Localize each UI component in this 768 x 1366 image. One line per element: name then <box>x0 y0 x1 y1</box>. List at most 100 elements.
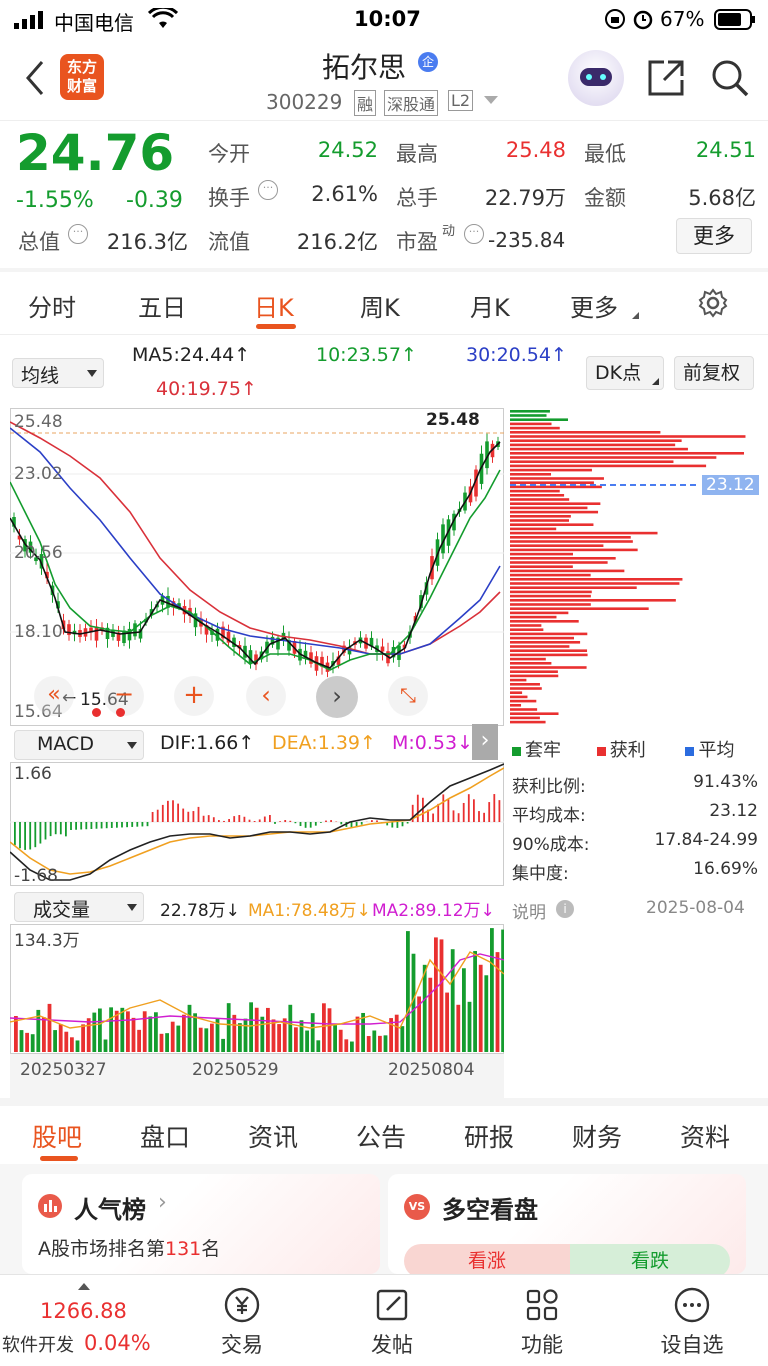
bull-button[interactable]: 看涨 <box>404 1244 570 1278</box>
more-button[interactable]: 更多 <box>676 218 752 254</box>
nav-function[interactable]: 功能 <box>500 1285 584 1361</box>
chip-bar <box>510 489 560 493</box>
volume-bar <box>501 929 504 1052</box>
volume-bar <box>58 1024 63 1052</box>
macd-bar <box>309 822 312 828</box>
tab-fenshi[interactable]: 分时 <box>28 288 76 323</box>
volume-bar <box>193 1013 197 1052</box>
tab-yanbao[interactable]: 研报 <box>464 1118 514 1154</box>
adjust-button[interactable]: 前复权 <box>674 356 754 390</box>
index-name[interactable]: 软件开发 <box>2 1331 74 1357</box>
volume-bar <box>98 1008 102 1052</box>
tab-gonggao[interactable]: 公告 <box>356 1118 406 1154</box>
bullbear-title: 多空看盘 <box>442 1196 538 1224</box>
info-icon[interactable]: ··· <box>68 224 88 244</box>
macd-bar <box>314 822 317 826</box>
chip-bar <box>510 594 591 598</box>
kline-control-next[interactable]: › <box>316 676 358 718</box>
active-tab-indicator <box>256 324 296 329</box>
tab-ziliao[interactable]: 资料 <box>680 1118 730 1154</box>
volume-bar <box>81 1024 85 1052</box>
share-icon[interactable] <box>646 58 686 102</box>
dk-button[interactable]: DK点 <box>586 356 664 390</box>
bull-label: 看涨 <box>467 1250 506 1272</box>
turnover-value: 2.61% <box>311 182 378 206</box>
tab-yuek[interactable]: 月K <box>470 288 510 323</box>
signal-icon <box>14 10 48 34</box>
chip-bar <box>510 704 522 707</box>
volume-bar <box>366 1036 371 1052</box>
tab-caiwu[interactable]: 财务 <box>572 1118 622 1154</box>
volume-bar <box>383 1035 388 1052</box>
tab-rik[interactable]: 日K <box>254 288 294 323</box>
app-logo: 东方 财富 <box>60 54 104 100</box>
tab-wuri[interactable]: 五日 <box>138 288 186 323</box>
expand-panel-button[interactable]: › <box>472 724 498 760</box>
info-icon[interactable]: i <box>556 900 574 918</box>
kline-control-prev[interactable]: ‹ <box>246 676 286 716</box>
chip-bar <box>510 712 559 715</box>
volume-bar <box>322 1003 326 1052</box>
macd-bar <box>146 822 149 827</box>
index-change[interactable]: 0.04% <box>84 1331 151 1355</box>
chip-bar <box>510 510 599 514</box>
high-marker: 25.48 <box>426 410 480 430</box>
macd-bar <box>432 813 434 822</box>
macd-bar <box>177 803 179 822</box>
nav-watchlist[interactable]: 设自选 <box>650 1285 734 1361</box>
popular-card[interactable]: 人气榜 › A股市场排名第131名 <box>22 1174 380 1274</box>
nav-trade[interactable]: 交易 <box>200 1285 284 1361</box>
macd-bar <box>100 822 103 829</box>
volume-bar <box>232 1014 237 1052</box>
info-icon[interactable]: ··· <box>258 180 278 200</box>
event-dot[interactable] <box>92 708 101 717</box>
explain-link[interactable]: 说明 <box>512 898 546 923</box>
event-dot[interactable] <box>116 708 125 717</box>
index-value[interactable]: 1266.88 <box>40 1299 127 1323</box>
stock-code: 300229 <box>266 90 343 114</box>
chip-bar <box>510 447 688 451</box>
chip-bar <box>510 582 680 585</box>
macd-bar <box>396 822 399 828</box>
search-icon[interactable] <box>710 58 750 102</box>
chip-bar <box>510 670 558 673</box>
macd-bar <box>452 810 455 822</box>
kline-control-double-left[interactable]: « <box>34 676 74 716</box>
chip-bar <box>510 674 559 678</box>
expand-icon[interactable]: ⤡ <box>388 676 428 716</box>
dropdown-arrow-icon[interactable] <box>484 96 498 104</box>
bear-button[interactable]: 看跌 <box>570 1244 730 1278</box>
chip-bar <box>510 439 682 442</box>
carrier-name: 中国电信 <box>54 11 134 35</box>
volume-selector[interactable]: 成交量 <box>14 892 144 922</box>
macd-selector-label: MACD <box>37 733 94 755</box>
tab-guba[interactable]: 股吧 <box>32 1118 82 1154</box>
macd-bar <box>498 800 501 822</box>
volume-chart[interactable] <box>10 924 504 1054</box>
ma-selector[interactable]: 均线 <box>12 358 104 388</box>
macd-bar <box>233 816 236 822</box>
volume-bar <box>53 1030 57 1052</box>
caret-down-icon <box>127 904 137 911</box>
ylabel-2: 23.02 <box>14 464 63 484</box>
back-button[interactable] <box>20 58 50 102</box>
tab-zhouk[interactable]: 周K <box>360 288 400 323</box>
tab-pankou[interactable]: 盘口 <box>140 1118 190 1154</box>
kline-control-zoom-in[interactable]: + <box>174 676 214 716</box>
chip-legend: 套牢 获利 平均 <box>512 736 762 762</box>
chip-bar <box>510 477 604 480</box>
macd-chart[interactable] <box>10 762 504 886</box>
volume-bar <box>484 975 489 1052</box>
bullbear-card[interactable]: VS 多空看盘 看涨 看跌 <box>388 1174 746 1278</box>
tab-more[interactable]: 更多 <box>570 288 618 323</box>
macd-selector[interactable]: MACD <box>14 730 144 760</box>
chip-bar <box>510 586 637 589</box>
gear-icon[interactable] <box>698 288 728 322</box>
tab-zixun[interactable]: 资讯 <box>248 1118 298 1154</box>
macd-bar <box>279 821 281 822</box>
nav-post[interactable]: 发帖 <box>350 1285 434 1361</box>
macd-bar <box>39 822 42 844</box>
robot-avatar-icon[interactable] <box>568 50 624 106</box>
volume-bar <box>70 1037 74 1052</box>
info-icon[interactable]: ··· <box>464 224 484 244</box>
